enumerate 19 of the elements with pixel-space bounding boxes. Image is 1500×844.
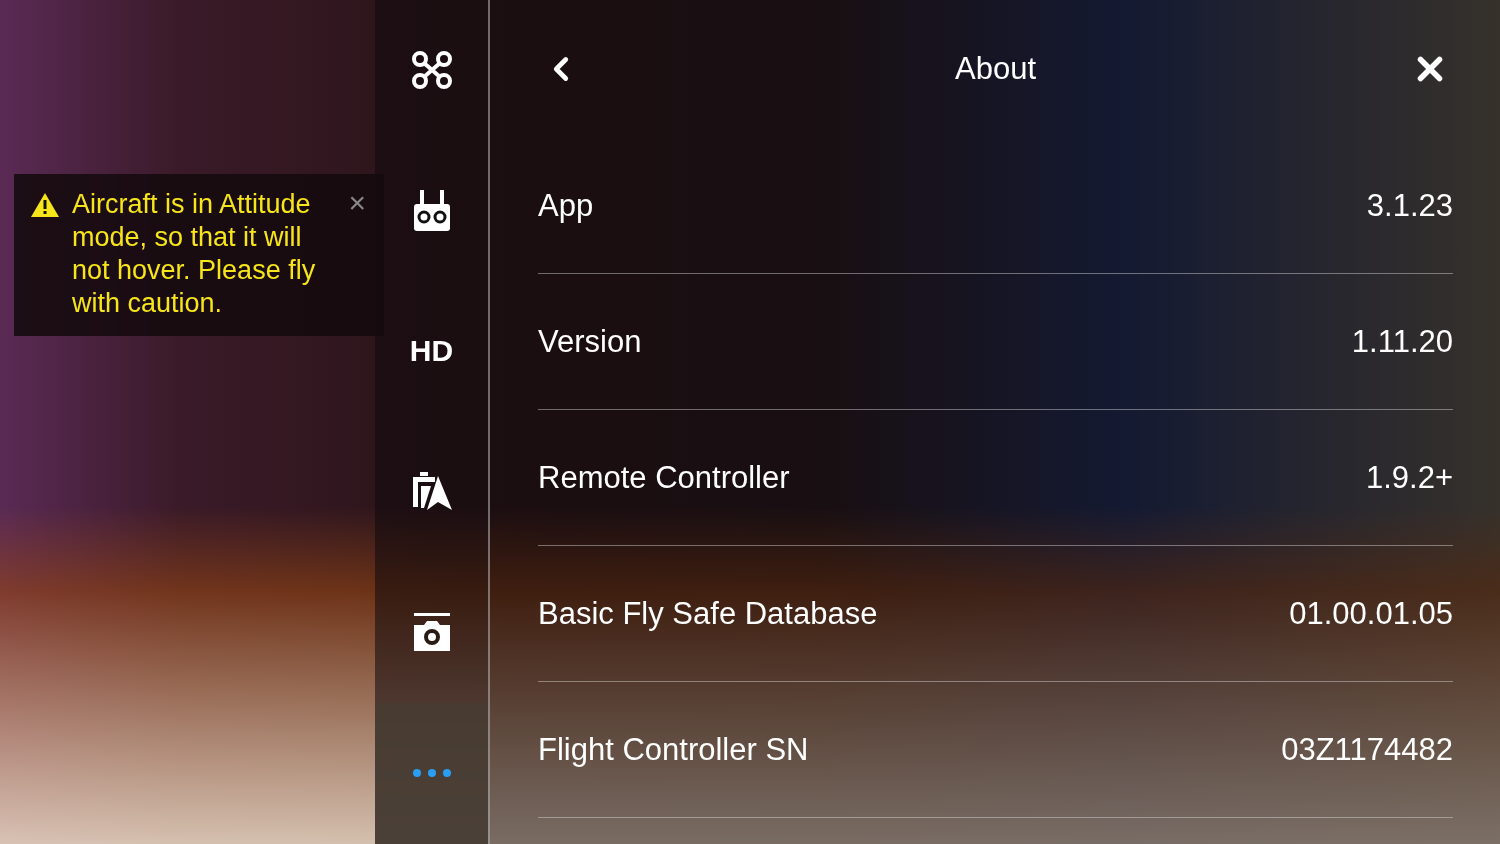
info-label: Remote Controller <box>538 459 790 496</box>
sidebar-tab[interactable]: HD <box>405 330 458 373</box>
battery-navigation-icon <box>410 472 453 513</box>
info-value: 01.00.01.05 <box>1289 595 1453 632</box>
info-value: 3.1.23 <box>1366 187 1453 224</box>
warning-message: Aircraft is in Attitude mode, so that it will not hover. Please fly with caution. <box>72 188 317 320</box>
info-value: 03Z1174482 <box>1281 731 1453 768</box>
camera-icon <box>411 612 452 653</box>
remote-controller-icon <box>412 189 451 232</box>
warning-icon <box>30 192 60 218</box>
info-label: App <box>538 187 594 224</box>
panel-title: About <box>955 51 1036 87</box>
drone-icon <box>410 50 453 91</box>
info-label: Flight Controller SN <box>538 731 809 768</box>
info-label: Version <box>538 323 642 360</box>
info-label: Basic Fly Safe Database <box>538 595 878 632</box>
info-value: 1.9.2+ <box>1365 459 1453 496</box>
info-value: 1.11.20 <box>1351 323 1453 360</box>
toast-close-button[interactable]: × <box>344 188 370 218</box>
